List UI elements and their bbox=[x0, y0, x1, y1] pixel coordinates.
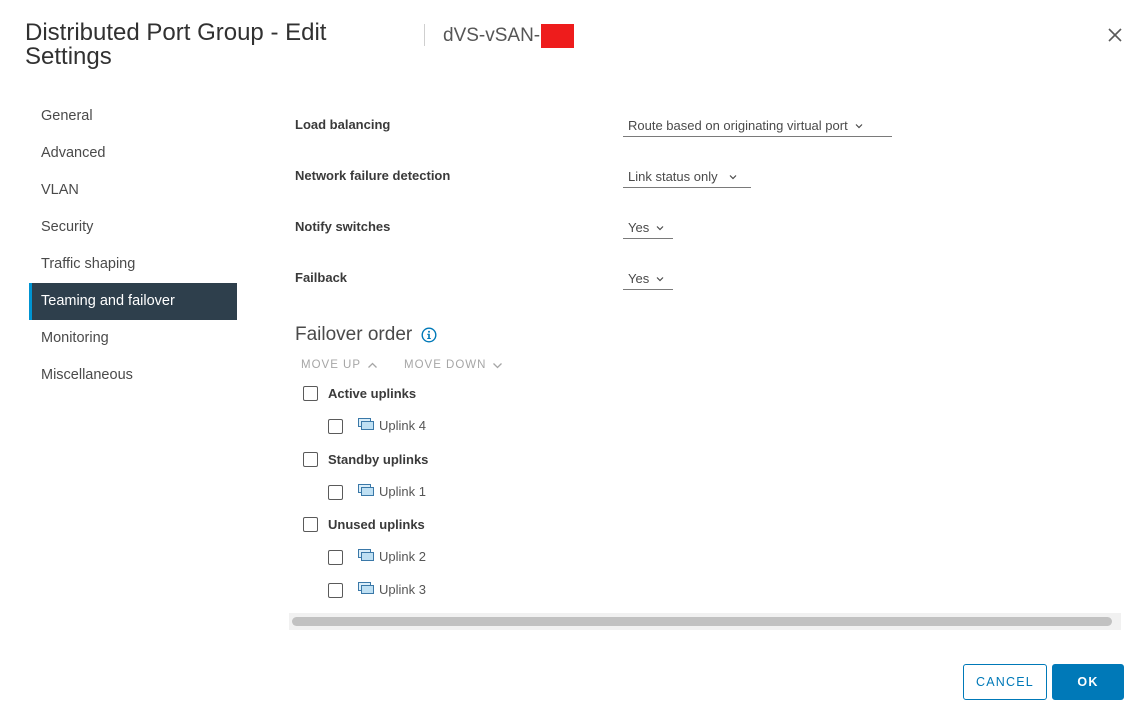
uplink-1-label: Uplink 1 bbox=[379, 484, 426, 499]
chevron-down-icon bbox=[728, 172, 738, 182]
settings-sidebar: General Advanced VLAN Security Traffic s… bbox=[29, 98, 237, 394]
uplink-3-label: Uplink 3 bbox=[379, 582, 426, 597]
uplink-icon bbox=[358, 549, 374, 562]
chevron-down-icon bbox=[655, 223, 665, 233]
move-down-label: MOVE DOWN bbox=[404, 359, 487, 371]
failover-order-heading: Failover order bbox=[295, 324, 437, 346]
move-up-label: MOVE UP bbox=[301, 359, 362, 371]
sidebar-item-teaming-and-failover[interactable]: Teaming and failover bbox=[29, 283, 237, 320]
uplink-1-checkbox[interactable] bbox=[328, 485, 343, 500]
cancel-button[interactable]: CANCEL bbox=[963, 664, 1047, 700]
sidebar-item-miscellaneous[interactable]: Miscellaneous bbox=[29, 357, 237, 394]
uplink-icon bbox=[358, 582, 374, 595]
failback-label: Failback bbox=[295, 270, 348, 285]
edit-settings-dialog: Distributed Port Group - Edit Settings d… bbox=[0, 0, 1135, 714]
network-failure-detection-label: Network failure detection bbox=[295, 168, 451, 183]
standby-uplinks-label: Standby uplinks bbox=[328, 452, 429, 467]
close-button[interactable] bbox=[1106, 26, 1124, 44]
uplink-3-checkbox[interactable] bbox=[328, 583, 343, 598]
network-failure-detection-select[interactable]: Link status only bbox=[623, 166, 751, 188]
sidebar-item-security[interactable]: Security bbox=[29, 209, 237, 246]
sidebar-item-vlan[interactable]: VLAN bbox=[29, 172, 237, 209]
chevron-down-icon bbox=[492, 360, 503, 371]
info-icon[interactable] bbox=[421, 327, 437, 343]
uplink-icon bbox=[358, 418, 374, 431]
failback-value: Yes bbox=[628, 270, 650, 286]
load-balancing-select[interactable]: Route based on originating virtual port bbox=[623, 115, 892, 137]
active-uplinks-checkbox[interactable] bbox=[303, 386, 318, 401]
chevron-down-icon bbox=[854, 121, 864, 131]
network-failure-detection-value: Link status only bbox=[628, 168, 718, 184]
dialog-subtitle: dVS-vSAN- bbox=[443, 24, 575, 48]
notify-switches-value: Yes bbox=[628, 219, 650, 235]
ok-button[interactable]: OK bbox=[1052, 664, 1124, 700]
uplink-2-checkbox[interactable] bbox=[328, 550, 343, 565]
uplink-2-label: Uplink 2 bbox=[379, 549, 426, 564]
uplink-4-checkbox[interactable] bbox=[328, 419, 343, 434]
standby-uplinks-checkbox[interactable] bbox=[303, 452, 318, 467]
active-uplinks-label: Active uplinks bbox=[328, 386, 417, 401]
title-divider bbox=[424, 24, 425, 46]
close-icon bbox=[1108, 28, 1122, 42]
sidebar-item-advanced[interactable]: Advanced bbox=[29, 135, 237, 172]
failback-select[interactable]: Yes bbox=[623, 268, 673, 290]
failover-order-title: Failover order bbox=[295, 324, 413, 345]
uplink-4-label: Uplink 4 bbox=[379, 418, 426, 433]
uplink-icon bbox=[358, 484, 374, 497]
unused-uplinks-label: Unused uplinks bbox=[328, 517, 425, 532]
sidebar-item-traffic-shaping[interactable]: Traffic shaping bbox=[29, 246, 237, 283]
unused-uplinks-checkbox[interactable] bbox=[303, 517, 318, 532]
load-balancing-label: Load balancing bbox=[295, 117, 391, 132]
chevron-down-icon bbox=[655, 274, 665, 284]
load-balancing-value: Route based on originating virtual port bbox=[628, 117, 848, 133]
notify-switches-select[interactable]: Yes bbox=[623, 217, 673, 239]
switch-name: dVS-vSAN- bbox=[443, 25, 541, 46]
chevron-up-icon bbox=[367, 360, 378, 371]
move-up-button[interactable]: MOVE UP bbox=[301, 359, 378, 371]
move-down-button[interactable]: MOVE DOWN bbox=[404, 359, 503, 371]
sidebar-item-general[interactable]: General bbox=[29, 98, 237, 135]
redaction-box bbox=[541, 24, 575, 48]
horizontal-scrollbar-thumb[interactable] bbox=[292, 617, 1112, 626]
dialog-title: Distributed Port Group - Edit Settings bbox=[25, 19, 327, 70]
notify-switches-label: Notify switches bbox=[295, 219, 391, 234]
sidebar-item-monitoring[interactable]: Monitoring bbox=[29, 320, 237, 357]
